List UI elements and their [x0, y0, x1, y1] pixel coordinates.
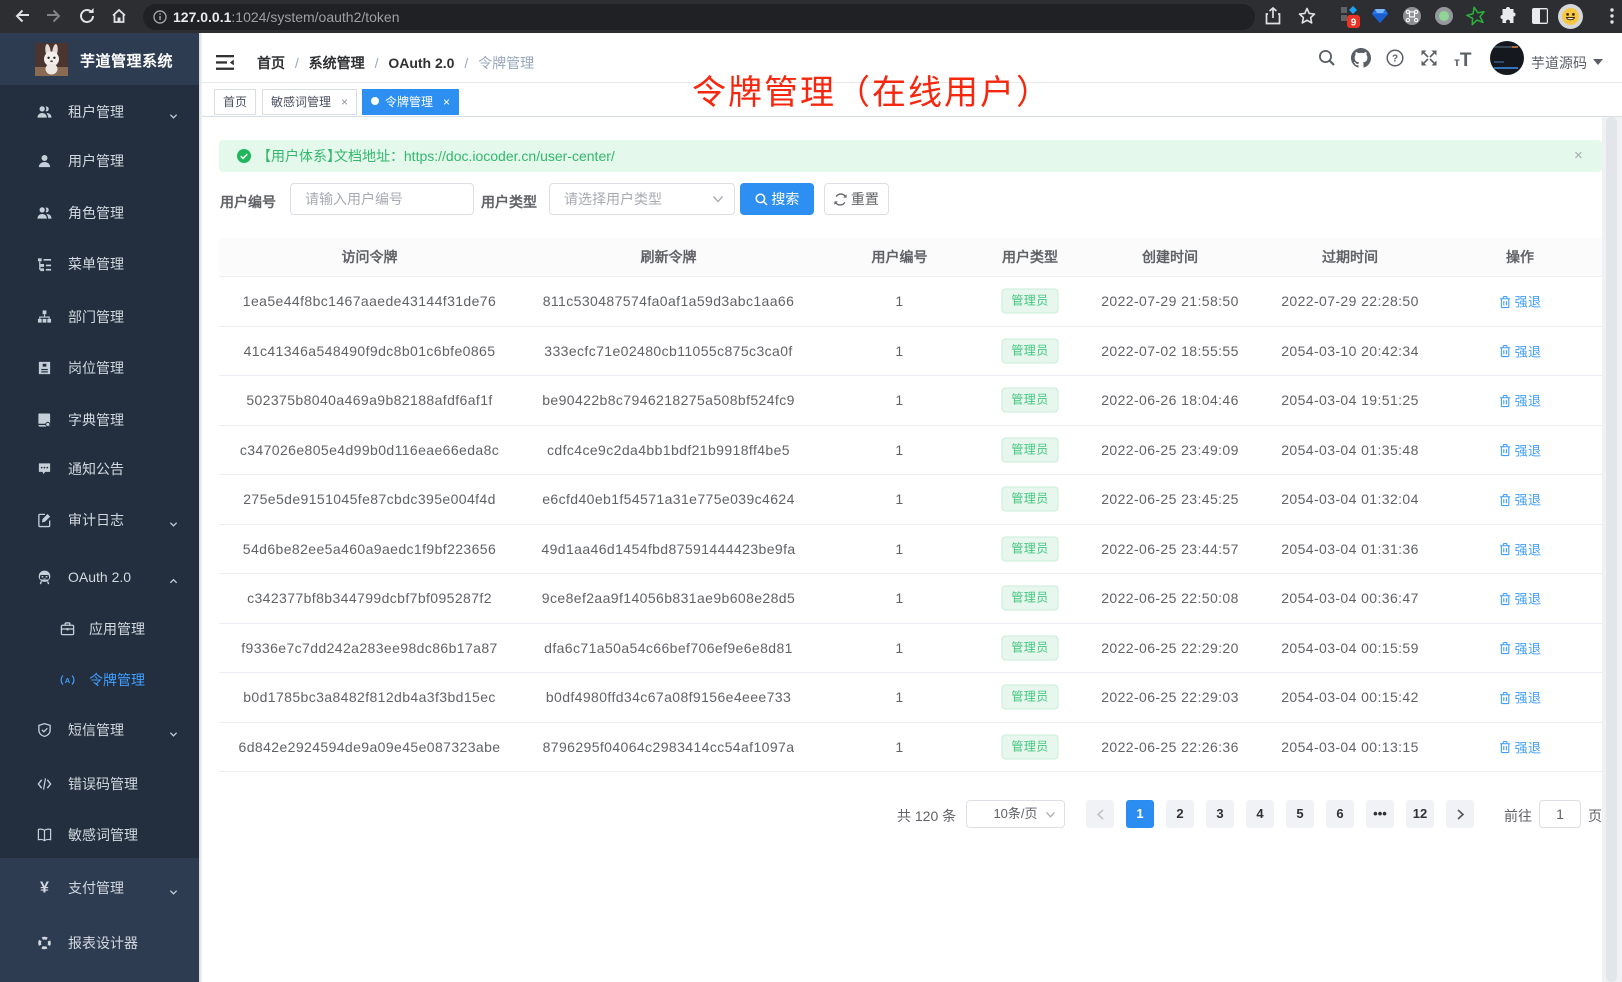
svg-text:?: ?	[1392, 54, 1398, 65]
svg-text:9: 9	[1351, 18, 1357, 29]
svg-text:A: A	[65, 676, 71, 685]
